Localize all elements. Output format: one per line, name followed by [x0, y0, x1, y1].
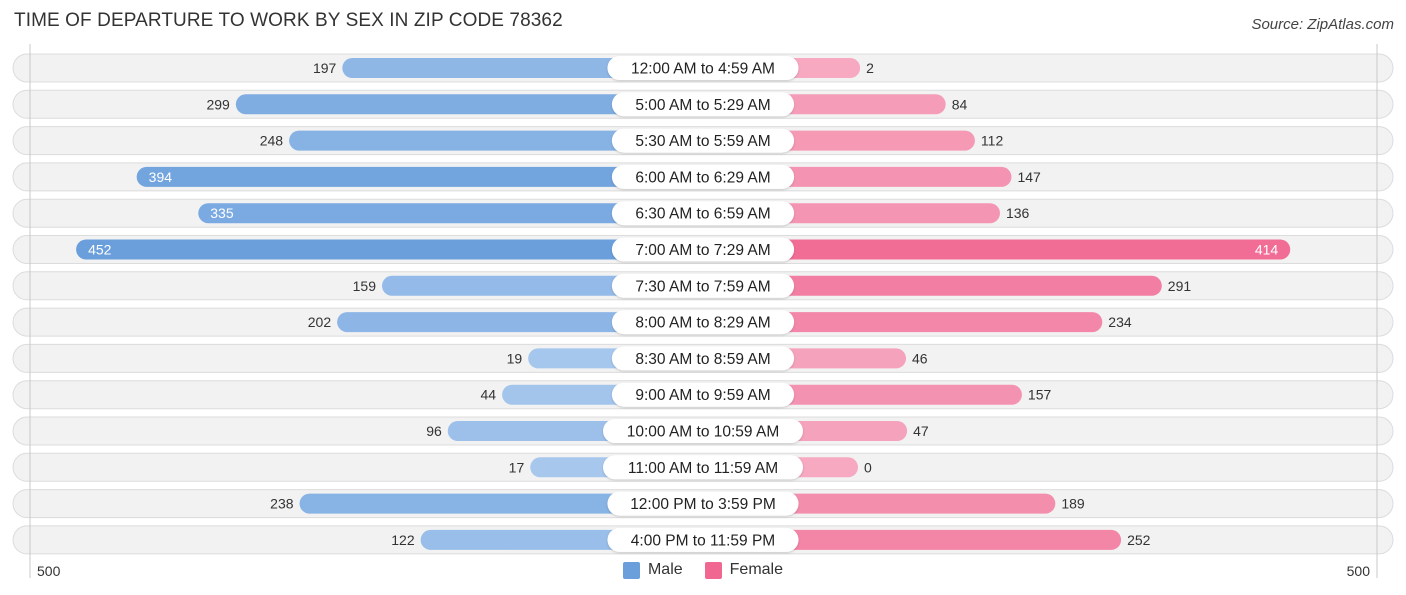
value-label-male: 238 — [270, 496, 294, 512]
legend-label-male: Male — [647, 561, 683, 578]
legend-swatch-male — [622, 561, 640, 579]
category-label: 12:00 AM to 4:59 AM — [631, 61, 775, 78]
value-label-male: 202 — [308, 314, 332, 330]
value-label-female: 136 — [1006, 205, 1030, 221]
value-label-female: 157 — [1028, 387, 1052, 403]
value-label-female: 147 — [1017, 169, 1041, 185]
category-label: 11:00 AM to 11:59 AM — [628, 460, 778, 477]
value-label-female: 46 — [912, 350, 928, 366]
value-label-female: 2 — [866, 60, 874, 76]
value-label-male: 122 — [391, 532, 415, 548]
category-label: 10:00 AM to 10:59 AM — [627, 424, 780, 441]
chart-area: 197 2 12:00 AM to 4:59 AM 299 84 5:00 AM to 5… — [12, 44, 1394, 578]
value-label-male: 17 — [509, 459, 525, 475]
category-label: 7:00 AM to 7:29 AM — [635, 242, 770, 259]
value-label-female: 414 — [1255, 242, 1279, 258]
category-label: 5:00 AM to 5:29 AM — [635, 97, 770, 114]
category-label: 5:30 AM to 5:59 AM — [635, 133, 770, 150]
legend: Male Female — [0, 561, 1406, 579]
category-label: 7:30 AM to 7:59 AM — [635, 278, 770, 295]
value-label-female: 234 — [1108, 314, 1132, 330]
value-label-male: 452 — [88, 242, 112, 258]
value-label-male: 159 — [353, 278, 377, 294]
value-label-female: 112 — [981, 133, 1004, 149]
value-label-female: 0 — [864, 459, 872, 475]
category-label: 6:30 AM to 6:59 AM — [635, 206, 770, 223]
value-label-male: 197 — [313, 60, 337, 76]
value-label-female: 252 — [1127, 532, 1151, 548]
bar-male[interactable] — [76, 239, 703, 260]
category-label: 12:00 PM to 3:59 PM — [630, 496, 776, 513]
legend-item-male[interactable]: Male — [622, 561, 683, 579]
value-label-male: 248 — [260, 133, 284, 149]
legend-item-female[interactable]: Female — [704, 561, 784, 579]
value-label-male: 44 — [480, 387, 496, 403]
value-label-female: 84 — [952, 96, 968, 112]
category-label: 9:00 AM to 9:59 AM — [635, 387, 770, 404]
value-label-male: 19 — [507, 350, 523, 366]
legend-label-female: Female — [729, 561, 784, 578]
value-label-male: 335 — [210, 205, 234, 221]
category-label: 8:30 AM to 8:59 AM — [635, 351, 770, 368]
legend-swatch-female — [704, 561, 722, 579]
value-label-female: 47 — [913, 423, 929, 439]
category-label: 6:00 AM to 6:29 AM — [635, 169, 770, 186]
value-label-female: 291 — [1168, 278, 1192, 294]
value-label-female: 189 — [1061, 496, 1085, 512]
category-label: 4:00 PM to 11:59 PM — [631, 532, 775, 549]
value-label-male: 394 — [149, 169, 173, 185]
category-label: 8:00 AM to 8:29 AM — [635, 315, 770, 332]
value-label-male: 96 — [426, 423, 442, 439]
value-label-male: 299 — [206, 96, 230, 112]
